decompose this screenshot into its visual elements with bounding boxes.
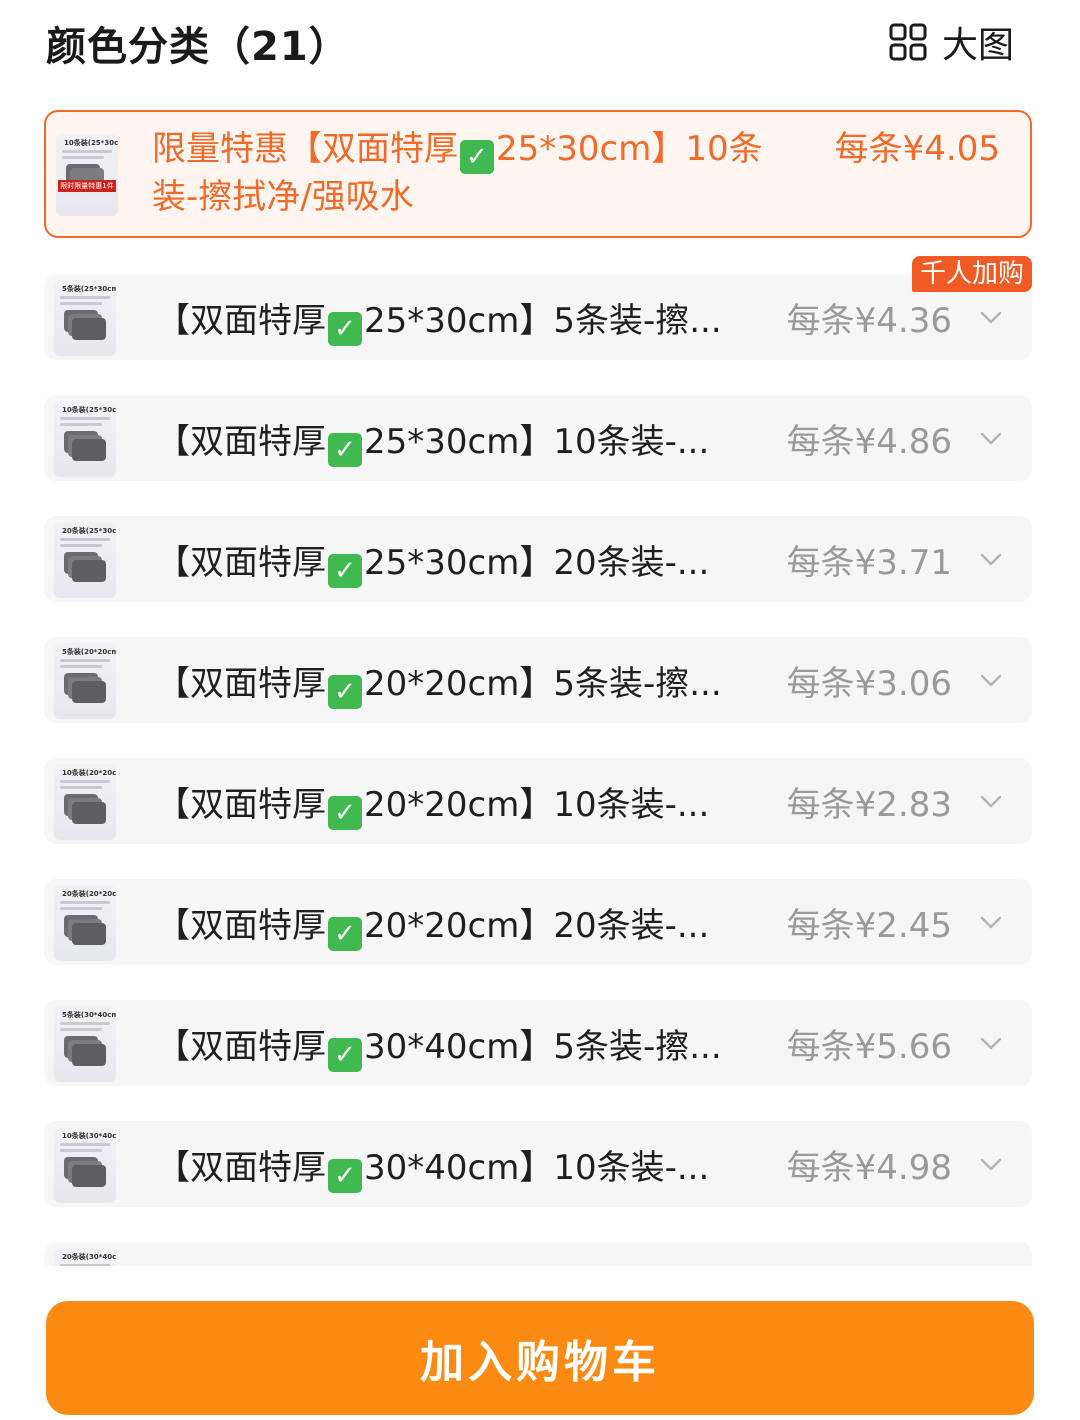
chevron-down-icon[interactable] — [978, 425, 1004, 451]
check-mark-icon: ✓ — [328, 1038, 362, 1072]
thumb-header: 10条装(20*20cm) — [62, 769, 116, 777]
thumb-header: 5条装(20*20cm) — [62, 648, 116, 656]
sku-thumbnail: 10条装(20*20cm) — [54, 764, 116, 840]
chevron-down-icon[interactable] — [978, 1151, 1004, 1177]
sku-option-price: 每条¥4.05 — [834, 129, 1000, 169]
sku-thumbnail: 5条装(20*20cm) — [54, 643, 116, 719]
chevron-down-icon[interactable] — [978, 546, 1004, 572]
check-mark-icon: ✓ — [328, 675, 362, 709]
grid-icon — [889, 23, 927, 61]
check-mark-icon: ✓ — [328, 312, 362, 346]
check-mark-icon: ✓ — [328, 796, 362, 830]
check-mark-icon: ✓ — [328, 1159, 362, 1193]
thumb-header: 10条装(30*40cm) — [62, 1132, 116, 1140]
sku-option-price: 每条¥4.36 — [786, 301, 952, 341]
thumb-header: 20条装(20*20cm) — [62, 890, 116, 898]
sku-option[interactable]: 20条装(20*20cm) 【双面特厚✓20*20cm】20条装-... 每条¥2.… — [44, 879, 1032, 965]
sku-option-price: 每条¥2.83 — [786, 785, 952, 825]
check-mark-icon: ✓ — [328, 917, 362, 951]
check-mark-icon: ✓ — [328, 433, 362, 467]
header: 颜色分类（21） 大图 — [0, 0, 1080, 92]
check-mark-icon: ✓ — [328, 554, 362, 588]
chevron-down-icon[interactable] — [978, 1030, 1004, 1056]
sku-option[interactable]: 5条装(20*20cm) 【双面特厚 ✓ 20*20cm】5条装-擦... 每条¥3.0… — [44, 637, 1032, 723]
sku-thumbnail: 10条装(25*30cm) 限时限量特惠1件 — [56, 134, 118, 216]
sku-option[interactable]: 5条装(30*40cm) 【双面特厚 ✓ 30*40cm】5条装-擦... 每条¥5.6… — [44, 1000, 1032, 1086]
sku-option[interactable]: 20条装(25*30cm) 【双面特厚✓25*30cm】20条装-... 每条¥3.… — [44, 516, 1032, 602]
sku-thumbnail: 10条装(30*40cm) — [54, 1127, 116, 1203]
chevron-down-icon[interactable] — [978, 304, 1004, 330]
sku-option-price: 每条¥2.45 — [786, 906, 952, 946]
large-view-label: 大图 — [941, 25, 1014, 66]
sku-option-price: 每条¥3.71 — [786, 543, 952, 583]
sku-thumbnail: 10条装(25*30cm) — [54, 401, 116, 477]
sku-option-price: 每条¥4.86 — [786, 422, 952, 462]
sku-option-name: 【双面特厚 ✓ 20*20cm】20条装-... — [156, 906, 710, 951]
large-view-toggle[interactable]: 大图 — [888, 20, 1014, 66]
chevron-down-icon[interactable] — [978, 788, 1004, 814]
add-to-cart-button[interactable]: 加入购物车 — [46, 1301, 1034, 1415]
thumb-header: 20条装(25*30cm) — [62, 527, 116, 535]
sku-option-price: 每条¥4.98 — [786, 1148, 952, 1188]
sku-thumbnail: 5条装(30*40cm) — [54, 1006, 116, 1082]
sku-option-price: 每条¥3.06 — [786, 664, 952, 704]
sku-option-name: 【双面特厚 ✓ 25*30cm】20条装-... — [156, 543, 710, 588]
chevron-down-icon[interactable] — [978, 667, 1004, 693]
sku-option-name: 【双面特厚 ✓ 25*30cm】5条装-擦... — [156, 301, 722, 346]
thumb-header: 10条装(25*30cm) — [64, 139, 118, 147]
thumb-header: 20条装(30*40cm) — [62, 1253, 116, 1261]
sku-option-name: 限量特惠【双面特厚 ✓ 25*30cm】10条装-擦拭净/强吸水 — [152, 129, 763, 217]
sku-option-name: 【双面特厚 ✓ 30*40cm】10条装-... — [156, 1148, 710, 1193]
sku-list[interactable]: 10条装(25*30cm) 限时限量特惠1件 限量特惠【双面特厚✓25*30cm… — [44, 110, 1032, 1266]
chevron-down-icon[interactable] — [978, 909, 1004, 935]
sku-option[interactable]: 10条装(30*40cm) 【双面特厚✓30*40cm】10条装-... 每条¥4.… — [44, 1121, 1032, 1207]
sku-option[interactable]: 5条装(25*30cm) 【双面特厚 ✓ 25*30cm】5条装-擦... 每条¥4.3… — [44, 274, 1032, 360]
sku-option-name: 【双面特厚 ✓ 25*30cm】10条装-... — [156, 422, 710, 467]
sku-thumbnail: 20条装(25*30cm) — [54, 522, 116, 598]
sku-thumbnail: 5条装(25*30cm) — [54, 280, 116, 356]
sku-option-name: 【双面特厚 ✓ 20*20cm】10条装-... — [156, 785, 710, 830]
sku-option[interactable]: 10条装(20*20cm) 【双面特厚✓20*20cm】10条装-... 每条¥2.… — [44, 758, 1032, 844]
thumb-header: 5条装(25*30cm) — [62, 285, 116, 293]
thumb-header: 5条装(30*40cm) — [62, 1011, 116, 1019]
sku-option[interactable]: 10条装(25*30cm) 【双面特厚✓25*30cm】10条装-... 每条¥4.… — [44, 395, 1032, 481]
sku-option-price: 每条¥5.66 — [786, 1027, 952, 1067]
thumb-banner: 限时限量特惠1件 — [58, 180, 116, 192]
check-mark-icon: ✓ — [460, 140, 494, 174]
sku-option-selected[interactable]: 10条装(25*30cm) 限时限量特惠1件 限量特惠【双面特厚✓25*30cm… — [44, 110, 1032, 238]
sku-selector-page: 颜色分类（21） 大图 10条装(25*30cm) 限时限量特惠1件 — [0, 0, 1080, 1420]
sku-option[interactable]: 20条装(30*40cm) — [44, 1242, 1032, 1266]
sku-thumbnail: 20条装(20*20cm) — [54, 885, 116, 961]
sku-option-name: 【双面特厚 ✓ 30*40cm】5条装-擦... — [156, 1027, 722, 1072]
sku-option-name: 【双面特厚 ✓ 20*20cm】5条装-擦... — [156, 664, 722, 709]
sku-thumbnail: 20条装(30*40cm) — [54, 1248, 116, 1266]
popular-badge: 千人加购 — [911, 256, 1032, 292]
thumb-header: 10条装(25*30cm) — [62, 406, 116, 414]
page-title: 颜色分类（21） — [46, 24, 350, 70]
